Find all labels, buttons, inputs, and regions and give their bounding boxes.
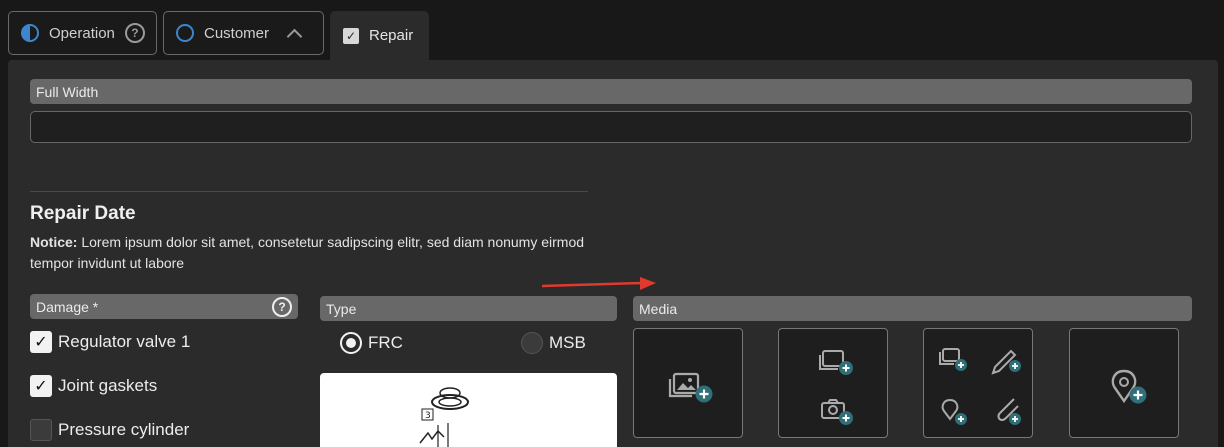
part-diagram-image: 3 <box>320 373 617 447</box>
radio-unselected-icon[interactable] <box>521 332 543 354</box>
tab-operation[interactable]: Operation ? <box>8 11 157 55</box>
chevron-up-icon[interactable] <box>286 28 303 44</box>
radio-selected-icon[interactable] <box>340 332 362 354</box>
checkbox-label: Joint gaskets <box>58 376 158 395</box>
type-label: Type <box>320 296 617 321</box>
add-image-pen-location-attachment-icon <box>939 348 1021 425</box>
type-option-msb[interactable]: MSB <box>521 332 586 354</box>
damage-option-regulator-valve[interactable]: ✓ Regulator valve 1 <box>30 331 190 353</box>
media-tile-add-image-or-camera[interactable] <box>778 328 888 438</box>
help-icon[interactable]: ? <box>124 23 145 43</box>
circle-icon <box>176 24 194 42</box>
checkbox-label: Pressure cylinder <box>58 420 190 439</box>
red-arrow-annotation <box>542 277 656 290</box>
repair-panel: Full Width Repair Date Notice: Lorem ips… <box>8 60 1218 447</box>
tab-customer[interactable]: Customer <box>163 11 324 55</box>
type-option-frc[interactable]: FRC <box>340 332 403 354</box>
tab-label: Customer <box>204 24 270 42</box>
valve-diagram-icon: 3 <box>419 387 469 447</box>
damage-option-joint-gaskets[interactable]: ✓ Joint gaskets <box>30 375 157 397</box>
radio-label: MSB <box>549 333 586 352</box>
add-image-camera-icon <box>819 350 853 425</box>
media-label: Media <box>633 296 1192 321</box>
notice-text: Notice: Lorem ipsum dolor sit amet, cons… <box>30 232 600 274</box>
full-width-input[interactable] <box>30 111 1192 143</box>
damage-option-pressure-cylinder[interactable]: Pressure cylinder <box>30 419 189 441</box>
checkbox-checked-icon[interactable]: ✓ <box>30 375 52 397</box>
section-title: Repair Date <box>30 203 136 224</box>
damage-label-bar: Damage * ? <box>30 294 298 319</box>
full-width-label: Full Width <box>30 79 1192 104</box>
damage-label: Damage * <box>36 298 99 315</box>
checkbox-unchecked-icon[interactable] <box>30 419 52 441</box>
section-divider <box>30 191 588 192</box>
tab-label: Repair <box>369 27 414 44</box>
notice-label: Notice: <box>30 234 78 250</box>
media-tile-multi-add[interactable] <box>923 328 1033 438</box>
media-tile-add-location[interactable] <box>1069 328 1179 438</box>
checkbox-icon: ✓ <box>343 27 359 44</box>
help-icon[interactable]: ? <box>272 296 292 317</box>
checkbox-checked-icon[interactable]: ✓ <box>30 331 52 353</box>
tab-label: Operation <box>49 24 115 42</box>
add-location-icon <box>1111 369 1147 404</box>
tab-bar: Operation ? Customer ✓ Repair <box>0 0 1224 60</box>
add-image-icon <box>668 372 713 403</box>
half-circle-icon <box>21 24 39 42</box>
svg-text:3: 3 <box>425 411 431 421</box>
radio-label: FRC <box>368 333 403 352</box>
notice-body: Lorem ipsum dolor sit amet, consetetur s… <box>30 234 585 271</box>
tab-repair[interactable]: ✓ Repair <box>330 11 429 60</box>
checkbox-label: Regulator valve 1 <box>58 332 191 351</box>
media-tile-add-image[interactable] <box>633 328 743 438</box>
